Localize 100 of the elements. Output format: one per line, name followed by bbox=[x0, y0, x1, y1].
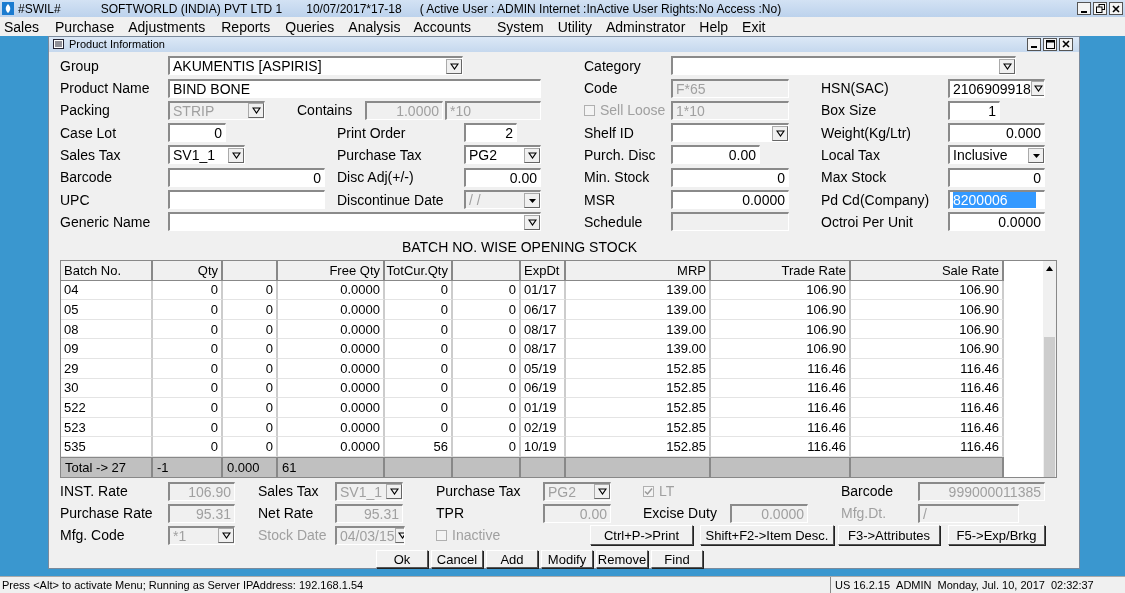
input-field[interactable]: BIND BONE bbox=[168, 78, 541, 98]
status-message: Press <Alt> to activate Menu; Running as Server IPAddress: 192.168.1.54 bbox=[1, 579, 365, 591]
table-cell: 0 bbox=[385, 300, 453, 320]
menu-item[interactable]: Purchase bbox=[55, 18, 115, 35]
menu-item[interactable]: Analysis bbox=[348, 18, 401, 35]
table-cell: 0 bbox=[453, 378, 521, 399]
field-label: Min. Stock bbox=[584, 169, 650, 186]
table-cell: 0 bbox=[223, 358, 278, 379]
table-cell: 0.0000 bbox=[278, 398, 385, 418]
action-button[interactable]: Modify bbox=[541, 550, 593, 568]
table-cell: 116.46 bbox=[851, 398, 1004, 418]
dropdown[interactable]: AKUMENTIS [ASPIRIS] bbox=[168, 56, 463, 76]
app-logo-icon bbox=[2, 2, 14, 15]
field-label: Contains bbox=[297, 102, 353, 119]
table-cell: 0 bbox=[153, 398, 223, 418]
table-cell: 0 bbox=[453, 398, 521, 418]
input-field[interactable]: 0 bbox=[168, 123, 226, 143]
table-cell: 116.46 bbox=[851, 417, 1004, 438]
column-header: MRP bbox=[566, 261, 711, 281]
action-button[interactable]: Cancel bbox=[431, 550, 483, 568]
input-field[interactable]: 0.00 bbox=[464, 167, 541, 187]
action-button[interactable]: Add bbox=[486, 550, 538, 568]
scrollbar[interactable] bbox=[1043, 261, 1056, 477]
input-field[interactable]: 0.0000 bbox=[671, 190, 789, 210]
restore-icon bbox=[1095, 4, 1105, 13]
menu-item[interactable]: Adjustments bbox=[128, 18, 206, 35]
dropdown[interactable] bbox=[671, 123, 789, 143]
input-field[interactable]: 0 bbox=[168, 167, 325, 187]
restore-button[interactable] bbox=[1093, 2, 1107, 15]
caret-icon[interactable] bbox=[1028, 147, 1044, 163]
menu-item[interactable]: Utility bbox=[557, 18, 592, 35]
close-button[interactable] bbox=[1109, 2, 1123, 15]
input-field[interactable]: 1 bbox=[948, 100, 1000, 120]
close-button[interactable] bbox=[1059, 37, 1073, 51]
minimize-button[interactable] bbox=[1027, 37, 1041, 51]
dropdown[interactable]: PG2 bbox=[464, 145, 541, 165]
caret-icon[interactable] bbox=[228, 147, 244, 163]
input-field[interactable]: 2 bbox=[464, 123, 517, 143]
menu-item[interactable]: Accounts bbox=[413, 18, 472, 35]
menu-item[interactable]: Help bbox=[699, 18, 729, 35]
menu-item[interactable]: System bbox=[497, 18, 544, 35]
input-field[interactable]: 0.000 bbox=[948, 123, 1045, 143]
field-label: Sales Tax bbox=[258, 483, 319, 499]
dropdown[interactable]: SV1_1 bbox=[168, 145, 245, 165]
field-label: Group bbox=[60, 57, 99, 74]
input-field[interactable]: 0.0000 bbox=[948, 212, 1045, 232]
action-button[interactable]: Remove bbox=[596, 550, 648, 568]
scroll-up-icon[interactable] bbox=[1045, 264, 1054, 273]
version-text: US 16.2.15 bbox=[835, 579, 891, 591]
table-cell: 152.85 bbox=[566, 398, 711, 418]
maximize-button[interactable] bbox=[1043, 37, 1057, 51]
caret-icon[interactable] bbox=[446, 58, 462, 74]
table-cell: 0 bbox=[223, 319, 278, 340]
input-field[interactable]: 0 bbox=[671, 167, 789, 187]
menu-item[interactable]: Sales bbox=[4, 18, 40, 35]
table-cell: 0 bbox=[385, 378, 453, 399]
table-cell: 116.46 bbox=[851, 358, 1004, 379]
table-cell: 0 bbox=[153, 300, 223, 320]
session-info: ( Active User : ADMIN Internet :InActive User Rights:No Access :No) bbox=[419, 1, 782, 16]
action-button[interactable]: Find bbox=[651, 550, 703, 568]
field-label: Box Size bbox=[821, 102, 877, 119]
menu-item[interactable]: Queries bbox=[285, 18, 335, 35]
action-button[interactable]: Ctrl+P->Print bbox=[590, 525, 693, 545]
column-header: Free Qty bbox=[278, 261, 385, 281]
caret-icon[interactable] bbox=[524, 147, 540, 163]
table-cell: 0 bbox=[223, 300, 278, 320]
section-heading: BATCH NO. WISE OPENING STOCK bbox=[400, 239, 639, 255]
caret-icon[interactable] bbox=[1030, 81, 1044, 97]
action-button[interactable]: F5->Exp/Brkg bbox=[948, 525, 1045, 545]
column-header: ExpDt bbox=[521, 261, 566, 281]
menu-item[interactable]: Exit bbox=[742, 18, 766, 35]
caret-icon[interactable] bbox=[772, 125, 788, 141]
input-field[interactable]: 0 bbox=[948, 167, 1045, 187]
minimize-button[interactable] bbox=[1077, 2, 1091, 15]
dropdown[interactable]: 2106909918 bbox=[948, 78, 1045, 98]
field-label: INST. Rate bbox=[60, 483, 128, 499]
dropdown[interactable]: Inclusive bbox=[948, 145, 1045, 165]
menu-item[interactable]: Reports bbox=[221, 18, 271, 35]
column-header: Qty bbox=[153, 261, 223, 281]
table-cell: 08/17 bbox=[521, 319, 566, 340]
table-cell: 522 bbox=[61, 398, 153, 418]
close-icon bbox=[1062, 40, 1070, 49]
menu-icon[interactable] bbox=[53, 39, 64, 50]
action-button[interactable]: Shift+F2->Item Desc. bbox=[700, 525, 834, 545]
caret-icon[interactable] bbox=[999, 58, 1015, 74]
input-field[interactable]: 0.00 bbox=[671, 145, 760, 165]
caret-icon[interactable] bbox=[524, 214, 540, 230]
menu-item[interactable]: Adminstrator bbox=[605, 18, 686, 35]
field-label: Sales Tax bbox=[60, 146, 121, 163]
input-field[interactable] bbox=[168, 190, 325, 210]
table-cell: 0.0000 bbox=[278, 300, 385, 320]
table-cell: 0 bbox=[223, 398, 278, 418]
table-cell: 0 bbox=[153, 358, 223, 379]
table-cell: 0.0000 bbox=[278, 339, 385, 359]
field-label: Mfg.Dt. bbox=[841, 505, 887, 521]
field-label: Category bbox=[584, 57, 641, 74]
action-button[interactable]: F3->Attributes bbox=[838, 525, 940, 545]
total-cell: 0.000 bbox=[223, 456, 278, 477]
checkbox-label: Inactive bbox=[452, 527, 501, 543]
action-button[interactable]: Ok bbox=[376, 550, 428, 568]
